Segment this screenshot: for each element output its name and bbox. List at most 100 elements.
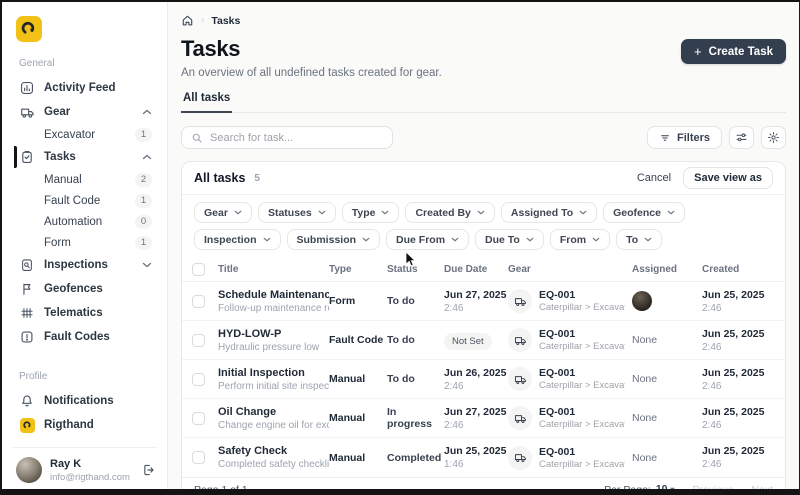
sidebar: General Activity Feed Gear xyxy=(2,2,168,495)
row-menu-button[interactable]: ⋮ xyxy=(776,332,786,348)
filter-chip-due-to[interactable]: Due To xyxy=(475,229,544,250)
filter-chip-gear[interactable]: Gear xyxy=(194,202,252,223)
filter-chip-created-by[interactable]: Created By xyxy=(405,202,494,223)
filter-chip-geofence[interactable]: Geofence xyxy=(603,202,685,223)
select-all-checkbox[interactable] xyxy=(192,263,205,276)
sidebar-item-tasks[interactable]: Tasks xyxy=(14,145,157,169)
chevron-down-icon xyxy=(592,237,600,242)
sidebar-item-label: Gear xyxy=(44,106,70,118)
sort-sliders-button[interactable] xyxy=(729,126,754,149)
user-profile-row[interactable]: Ray K info@rigthand.com xyxy=(14,448,157,485)
table-row[interactable]: Initial Inspection Perform initial site … xyxy=(182,360,785,399)
logout-icon[interactable] xyxy=(141,463,155,477)
sidebar-item-notifications[interactable]: Notifications xyxy=(14,389,157,413)
sidebar-item-activity-feed[interactable]: Activity Feed xyxy=(14,76,157,100)
sidebar-item-label: Form xyxy=(44,237,71,249)
sidebar-item-label: Excavator xyxy=(44,129,95,141)
table-row[interactable]: Oil Change Change engine oil for exc... … xyxy=(182,399,785,438)
task-title: Oil Change xyxy=(218,406,329,418)
sidebar-item-label: Tasks xyxy=(44,151,76,163)
filter-chip-due-from[interactable]: Due From xyxy=(386,229,469,250)
filter-chip-to[interactable]: To xyxy=(616,229,662,250)
count-badge: 1 xyxy=(135,194,152,208)
cancel-button[interactable]: Cancel xyxy=(637,172,671,184)
breadcrumb: › Tasks xyxy=(181,14,786,27)
row-checkbox[interactable] xyxy=(192,295,205,308)
row-menu-button[interactable]: ⋮ xyxy=(776,410,786,426)
sidebar-item-automation[interactable]: Automation 0 xyxy=(14,211,157,232)
page-header: Tasks An overview of all undefined tasks… xyxy=(181,36,786,79)
count-badge: 1 xyxy=(135,128,152,142)
sidebar-item-manual[interactable]: Manual 2 xyxy=(14,169,157,190)
chevron-down-icon xyxy=(526,237,534,242)
gear-id: EQ-001 xyxy=(539,446,625,458)
row-menu-button[interactable]: ⋮ xyxy=(776,371,786,387)
table-row[interactable]: Schedule Maintenance Follow-up maintenan… xyxy=(182,282,785,321)
window-bottom-border xyxy=(2,489,799,495)
home-icon[interactable] xyxy=(181,14,194,27)
filter-chip-type[interactable]: Type xyxy=(342,202,400,223)
gear-icon xyxy=(767,131,780,144)
filter-chip-submission[interactable]: Submission xyxy=(287,229,381,250)
create-task-button[interactable]: + Create Task xyxy=(681,39,786,64)
sidebar-item-rigthand[interactable]: Rigthand xyxy=(14,413,157,437)
assigned-value: None xyxy=(632,452,702,464)
assigned-value: None xyxy=(632,334,702,346)
row-menu-button[interactable]: ⋮ xyxy=(776,293,786,309)
column-header-due-date[interactable]: Due Date xyxy=(444,264,508,275)
row-checkbox[interactable] xyxy=(192,412,205,425)
search-input[interactable] xyxy=(210,132,383,144)
sidebar-item-label: Automation xyxy=(44,216,102,228)
settings-button[interactable] xyxy=(761,126,786,149)
column-header-type[interactable]: Type xyxy=(329,264,387,275)
column-header-assigned[interactable]: Assigned xyxy=(632,264,702,275)
table-row[interactable]: HYD-LOW-P Hydraulic pressure low Fault C… xyxy=(182,321,785,360)
sidebar-item-fault-code[interactable]: Fault Code 1 xyxy=(14,190,157,211)
table-header-row: Title Type Status Due Date Gear Assigned… xyxy=(182,257,785,282)
chevron-down-icon xyxy=(381,210,389,215)
truck-icon xyxy=(508,446,532,470)
filter-chip-statuses[interactable]: Statuses xyxy=(258,202,336,223)
chevron-down-icon xyxy=(318,210,326,215)
search-input-wrapper[interactable] xyxy=(181,126,393,149)
column-header-created[interactable]: Created xyxy=(702,264,776,275)
task-title: HYD-LOW-P xyxy=(218,328,329,340)
column-header-status[interactable]: Status xyxy=(387,264,444,275)
filters-button[interactable]: Filters xyxy=(647,126,722,149)
table-row[interactable]: Safety Check Completed safety checklist … xyxy=(182,438,785,477)
user-avatar xyxy=(16,457,42,483)
save-view-as-button[interactable]: Save view as xyxy=(683,167,773,189)
view-title: All tasks xyxy=(194,171,245,185)
filter-chip-assigned-to[interactable]: Assigned To xyxy=(501,202,597,223)
breadcrumb-current[interactable]: Tasks xyxy=(211,15,240,27)
sidebar-item-inspections[interactable]: Inspections xyxy=(14,253,157,277)
truck-icon xyxy=(19,105,35,120)
filter-chip-from[interactable]: From xyxy=(550,229,610,250)
sidebar-item-gear[interactable]: Gear xyxy=(14,100,157,124)
truck-icon xyxy=(508,328,532,352)
created-time: 2:46 xyxy=(702,381,776,392)
sidebar-item-form[interactable]: Form 1 xyxy=(14,232,157,253)
count-badge: 0 xyxy=(135,215,152,229)
row-checkbox[interactable] xyxy=(192,373,205,386)
sidebar-item-fault-codes[interactable]: Fault Codes xyxy=(14,325,157,349)
column-header-gear[interactable]: Gear xyxy=(508,264,632,275)
app-window: General Activity Feed Gear xyxy=(0,0,800,495)
sidebar-item-label: Notifications xyxy=(44,395,114,407)
filter-chip-inspection[interactable]: Inspection xyxy=(194,229,281,250)
count-badge: 2 xyxy=(135,173,152,187)
sidebar-item-excavator[interactable]: Excavator 1 xyxy=(14,124,157,145)
sidebar-item-geofences[interactable]: Geofences xyxy=(14,277,157,301)
sidebar-item-telematics[interactable]: Telematics xyxy=(14,301,157,325)
truck-icon xyxy=(508,289,532,313)
column-header-title[interactable]: Title xyxy=(218,264,329,275)
gear-path: Caterpillar > Excavator ... xyxy=(539,380,625,391)
sidebar-item-label: Activity Feed xyxy=(44,82,116,94)
row-menu-button[interactable]: ⋮ xyxy=(776,450,786,466)
tab-all-tasks[interactable]: All tasks xyxy=(181,92,232,113)
row-checkbox[interactable] xyxy=(192,451,205,464)
filter-icon xyxy=(659,132,671,144)
task-subtitle: Change engine oil for exc... xyxy=(218,420,329,431)
row-checkbox[interactable] xyxy=(192,334,205,347)
chevron-down-icon xyxy=(362,237,370,242)
